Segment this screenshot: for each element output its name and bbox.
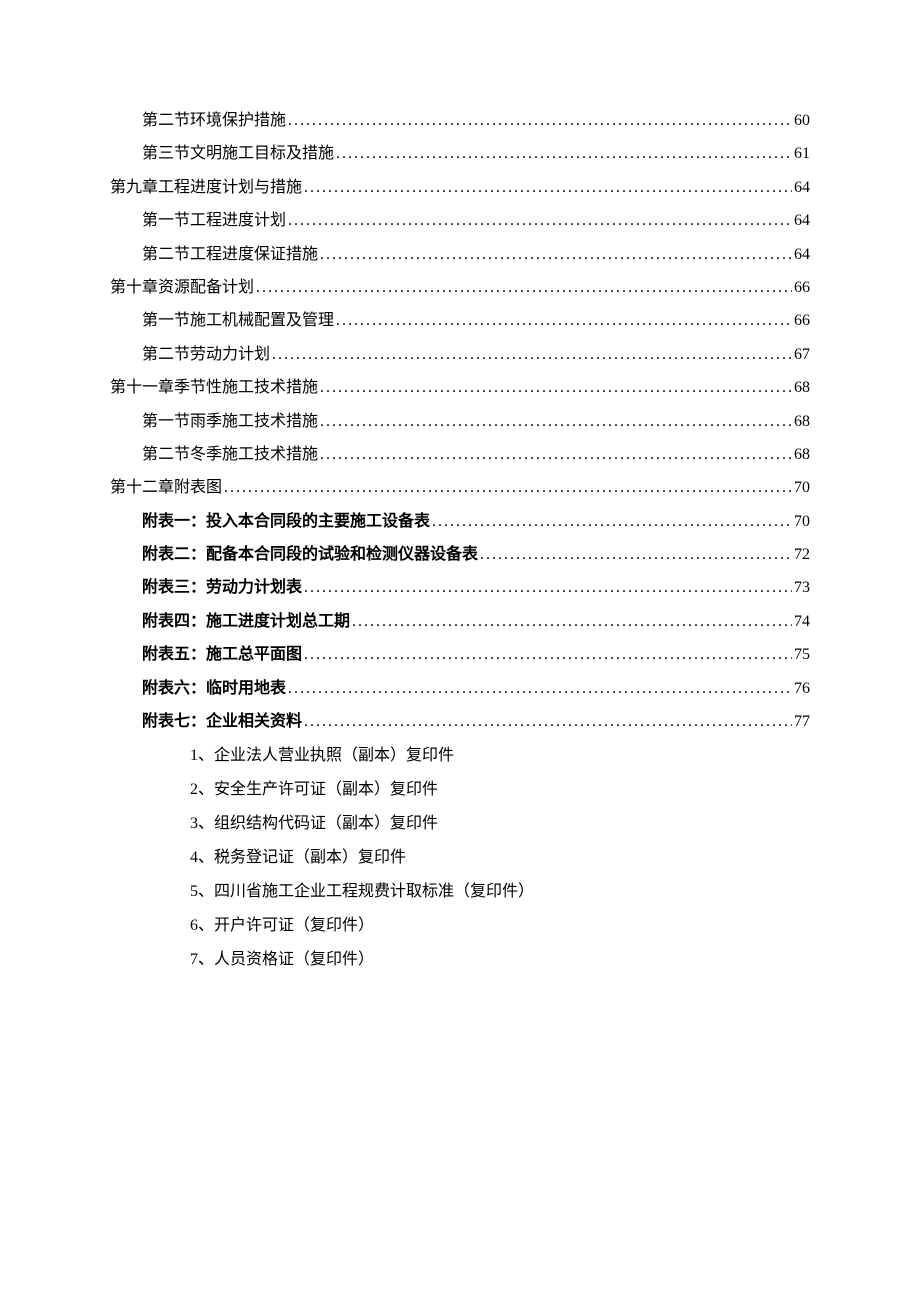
toc-page-number: 73 — [794, 577, 810, 599]
toc-page-number: 70 — [794, 477, 810, 499]
toc-entry: 第一节雨季施工技术措施 68 — [142, 411, 810, 433]
toc-page-number: 68 — [794, 411, 810, 433]
toc-label: 第十章资源配备计划 — [110, 277, 254, 299]
toc-entry: 第十二章附表图 70 — [110, 477, 810, 499]
toc-label: 第二节冬季施工技术措施 — [142, 444, 318, 466]
toc-leader-dots — [224, 477, 792, 499]
toc-page-number: 64 — [794, 177, 810, 199]
toc-label: 第二节工程进度保证措施 — [142, 244, 318, 266]
appendix-sublist-item: 7、人员资格证（复印件） — [190, 948, 810, 972]
toc-leader-dots — [320, 444, 792, 466]
toc-entry: 附表五：施工总平面图 75 — [142, 644, 810, 666]
toc-label: 第二节环境保护措施 — [142, 110, 286, 132]
toc-label: 第一节工程进度计划 — [142, 210, 286, 232]
toc-entry: 第十一章季节性施工技术措施 68 — [110, 377, 810, 399]
toc-leader-dots — [304, 577, 792, 599]
toc-entry: 附表二：配备本合同段的试验和检测仪器设备表 72 — [142, 544, 810, 566]
toc-page-number: 68 — [794, 444, 810, 466]
toc-leader-dots — [304, 177, 792, 199]
appendix-sublist-item: 4、税务登记证（副本）复印件 — [190, 846, 810, 870]
toc-leader-dots — [288, 210, 792, 232]
toc-entry: 第二节劳动力计划 67 — [142, 344, 810, 366]
appendix-sublist-item: 5、四川省施工企业工程规费计取标准（复印件） — [190, 880, 810, 904]
toc-entry: 附表一：投入本合同段的主要施工设备表 70 — [142, 511, 810, 533]
toc-entry: 第十章资源配备计划 66 — [110, 277, 810, 299]
toc-page-number: 76 — [794, 678, 810, 700]
toc-label: 附表一：投入本合同段的主要施工设备表 — [142, 511, 430, 533]
toc-label: 第九章工程进度计划与措施 — [110, 177, 302, 199]
toc-page-number: 68 — [794, 377, 810, 399]
toc-entry: 第二节冬季施工技术措施 68 — [142, 444, 810, 466]
toc-page-number: 67 — [794, 344, 810, 366]
toc-page-number: 74 — [794, 611, 810, 633]
toc-label: 第二节劳动力计划 — [142, 344, 270, 366]
toc-leader-dots — [288, 678, 792, 700]
toc-label: 第一节施工机械配置及管理 — [142, 310, 334, 332]
toc-entry: 附表三：劳动力计划表 73 — [142, 577, 810, 599]
toc-entry: 第九章工程进度计划与措施 64 — [110, 177, 810, 199]
toc-label: 附表六：临时用地表 — [142, 678, 286, 700]
appendix-sublist-item: 2、安全生产许可证（副本）复印件 — [190, 778, 810, 802]
toc-page-number: 72 — [794, 544, 810, 566]
toc-container: 第二节环境保护措施60第三节文明施工目标及措施61第九章工程进度计划与措施64第… — [110, 110, 810, 733]
toc-page-number: 66 — [794, 310, 810, 332]
toc-entry: 附表六：临时用地表 76 — [142, 678, 810, 700]
toc-entry: 第一节工程进度计划 64 — [142, 210, 810, 232]
toc-leader-dots — [480, 544, 792, 566]
toc-page-number: 64 — [794, 244, 810, 266]
toc-entry: 第二节环境保护措施 60 — [142, 110, 810, 132]
toc-entry: 第一节施工机械配置及管理 66 — [142, 310, 810, 332]
toc-leader-dots — [320, 244, 792, 266]
toc-page-number: 66 — [794, 277, 810, 299]
appendix-sublist-item: 1、企业法人营业执照（副本）复印件 — [190, 744, 810, 768]
toc-leader-dots — [320, 411, 792, 433]
toc-page-number: 75 — [794, 644, 810, 666]
toc-page-number: 61 — [794, 143, 810, 165]
toc-label: 第一节雨季施工技术措施 — [142, 411, 318, 433]
toc-leader-dots — [320, 377, 792, 399]
toc-entry: 附表四：施工进度计划总工期 74 — [142, 611, 810, 633]
toc-entry: 附表七：企业相关资料 77 — [142, 711, 810, 733]
toc-label: 第三节文明施工目标及措施 — [142, 143, 334, 165]
appendix-sublist-item: 6、开户许可证（复印件） — [190, 914, 810, 938]
toc-page-number: 60 — [794, 110, 810, 132]
toc-entry: 第三节文明施工目标及措施 61 — [142, 143, 810, 165]
toc-leader-dots — [304, 644, 792, 666]
toc-page-number: 64 — [794, 210, 810, 232]
toc-label: 第十一章季节性施工技术措施 — [110, 377, 318, 399]
toc-leader-dots — [256, 277, 792, 299]
appendix-sublist-item: 3、组织结构代码证（副本）复印件 — [190, 812, 810, 836]
toc-entry: 第二节工程进度保证措施 64 — [142, 244, 810, 266]
toc-label: 附表七：企业相关资料 — [142, 711, 302, 733]
toc-label: 附表三：劳动力计划表 — [142, 577, 302, 599]
toc-leader-dots — [336, 143, 792, 165]
toc-label: 附表五：施工总平面图 — [142, 644, 302, 666]
toc-leader-dots — [336, 310, 792, 332]
toc-page-number: 70 — [794, 511, 810, 533]
toc-page-number: 77 — [794, 711, 810, 733]
toc-leader-dots — [288, 110, 792, 132]
toc-leader-dots — [432, 511, 792, 533]
appendix-sublist: 1、企业法人营业执照（副本）复印件 2、安全生产许可证（副本）复印件 3、组织结构代… — [190, 744, 810, 972]
toc-leader-dots — [352, 611, 792, 633]
toc-label: 第十二章附表图 — [110, 477, 222, 499]
toc-label: 附表四：施工进度计划总工期 — [142, 611, 350, 633]
toc-label: 附表二：配备本合同段的试验和检测仪器设备表 — [142, 544, 478, 566]
toc-leader-dots — [304, 711, 792, 733]
toc-leader-dots — [272, 344, 792, 366]
